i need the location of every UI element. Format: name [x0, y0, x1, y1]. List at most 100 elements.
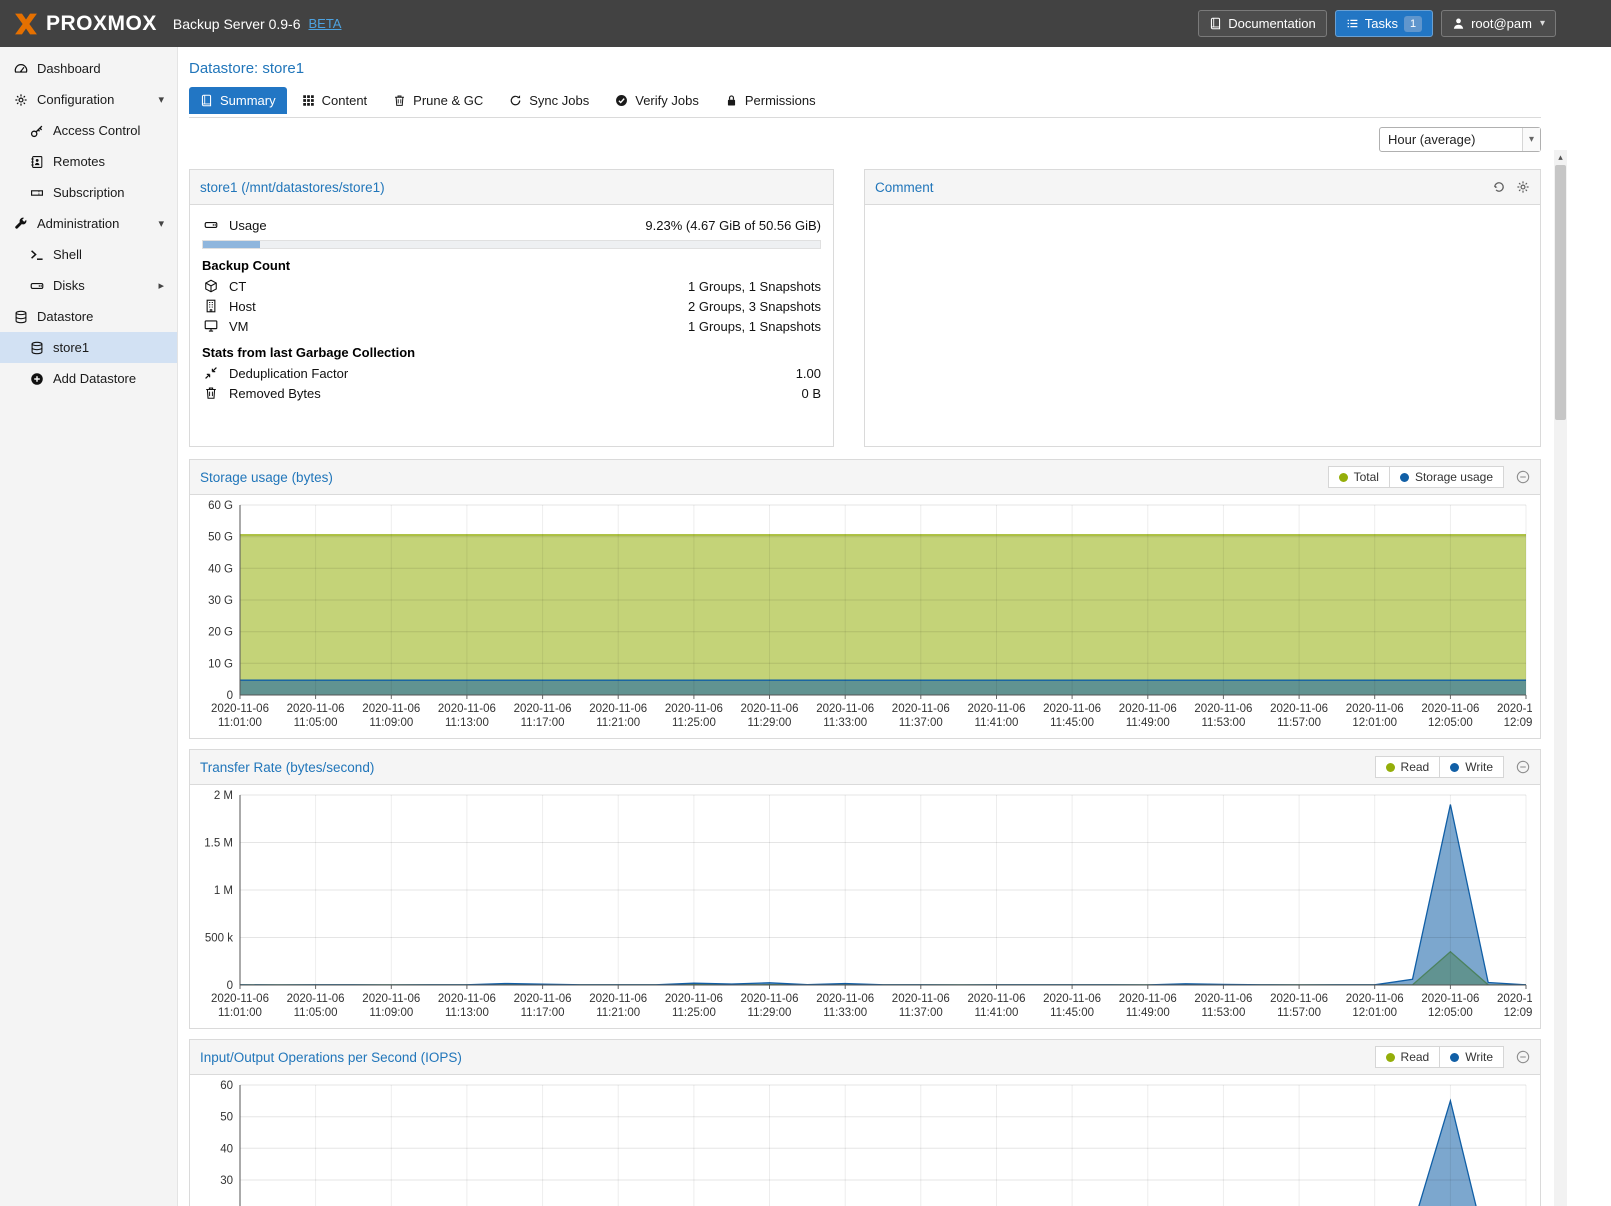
svg-text:30 G: 30 G: [208, 595, 233, 607]
svg-text:11:57:00: 11:57:00: [1277, 1007, 1321, 1019]
stat-value: 2 Groups, 3 Snapshots: [688, 299, 821, 314]
svg-text:2020-11-06: 2020-11-06: [741, 703, 799, 715]
sidebar-item-access-control[interactable]: Access Control: [0, 115, 177, 146]
svg-text:500 k: 500 k: [205, 933, 233, 945]
tasks-label: Tasks: [1365, 16, 1398, 31]
key-icon: [28, 124, 45, 138]
database-icon: [12, 310, 29, 324]
svg-text:2020-11-06: 2020-11-06: [741, 993, 799, 1005]
svg-text:2020-11-06: 2020-11-06: [1043, 703, 1101, 715]
comment-panel-tools: [1492, 180, 1530, 194]
svg-text:40: 40: [220, 1143, 233, 1155]
svg-text:11:25:00: 11:25:00: [672, 717, 716, 729]
svg-text:60: 60: [220, 1080, 233, 1092]
chart-plot-area: 010 G20 G30 G40 G50 G60 G2020-11-0611:01…: [190, 495, 1540, 738]
svg-text:11:21:00: 11:21:00: [596, 717, 640, 729]
chevron-down-icon[interactable]: ▾: [158, 93, 164, 106]
tasks-button[interactable]: Tasks 1: [1335, 10, 1433, 37]
tab-verify-jobs[interactable]: Verify Jobs: [604, 87, 710, 114]
scroll-up-arrow[interactable]: ▴: [1554, 150, 1567, 164]
svg-text:11:57:00: 11:57:00: [1277, 717, 1321, 729]
tab-content[interactable]: Content: [291, 87, 379, 114]
tab-sync-jobs[interactable]: Sync Jobs: [498, 87, 600, 114]
comment-content[interactable]: [865, 205, 1540, 225]
tab-summary[interactable]: Summary: [189, 87, 287, 114]
svg-text:11:33:00: 11:33:00: [823, 717, 867, 729]
chart-svg: 010 G20 G30 G40 G50 G60 G2020-11-0611:01…: [194, 497, 1532, 733]
tab-permissions[interactable]: Permissions: [714, 87, 827, 114]
collapse-icon[interactable]: [1516, 1050, 1530, 1064]
vertical-scrollbar[interactable]: ▴: [1554, 150, 1567, 1206]
page-title: Datastore: store1: [189, 47, 1541, 77]
legend-item-read[interactable]: Read: [1376, 757, 1440, 777]
chevron-down-icon[interactable]: ▾: [158, 217, 164, 230]
sidebar-item-shell[interactable]: Shell: [0, 239, 177, 270]
svg-text:2020-11-06: 2020-11-06: [968, 703, 1026, 715]
datastore-panel-title: store1 (/mnt/datastores/store1): [200, 180, 385, 195]
svg-text:11:29:00: 11:29:00: [748, 1007, 792, 1019]
comment-panel-header: Comment: [865, 170, 1540, 205]
legend-dot-icon: [1339, 473, 1348, 482]
sidebar-item-remotes[interactable]: Remotes: [0, 146, 177, 177]
chart-panel-header: Transfer Rate (bytes/second)ReadWrite: [190, 750, 1540, 785]
svg-text:11:01:00: 11:01:00: [218, 1007, 262, 1019]
svg-text:11:25:00: 11:25:00: [672, 1007, 716, 1019]
svg-text:50: 50: [220, 1112, 233, 1124]
user-menu-button[interactable]: root@pam ▾: [1441, 10, 1556, 37]
sidebar-item-add-datastore[interactable]: Add Datastore: [0, 363, 177, 394]
sidebar-item-dashboard[interactable]: Dashboard: [0, 53, 177, 84]
legend-item-storage-usage[interactable]: Storage usage: [1389, 467, 1503, 487]
svg-text:12:09:00: 12:09:00: [1504, 1007, 1532, 1019]
sidebar-item-datastore[interactable]: Datastore: [0, 301, 177, 332]
svg-text:2020-11-06: 2020-11-06: [665, 703, 723, 715]
chart-panel-input-output-operations-per-second-iops: Input/Output Operations per Second (IOPS…: [189, 1039, 1541, 1206]
hdd-icon: [28, 279, 45, 293]
tab-prune-gc[interactable]: Prune & GC: [382, 87, 494, 114]
collapse-icon[interactable]: [1516, 760, 1530, 774]
usage-progress-fill: [203, 241, 260, 248]
legend-item-write[interactable]: Write: [1439, 757, 1503, 777]
sidebar-item-subscription[interactable]: Subscription: [0, 177, 177, 208]
legend-item-write[interactable]: Write: [1439, 1047, 1503, 1067]
scrollbar-thumb[interactable]: [1555, 165, 1566, 420]
section-title-backup-count: Backup Count: [202, 258, 821, 273]
svg-text:2020-11-06: 2020-11-06: [816, 993, 874, 1005]
chart-toolbar: Hour (average) ▾: [189, 125, 1541, 153]
svg-text:2020-11-06: 2020-11-06: [1194, 993, 1252, 1005]
lock-icon: [725, 94, 738, 107]
svg-text:2020-11-06: 2020-11-06: [211, 703, 269, 715]
datastore-summary-panel: store1 (/mnt/datastores/store1) Usage9.2…: [189, 169, 834, 447]
sidebar-item-label: store1: [53, 340, 89, 355]
chevron-down-icon: ▾: [1522, 128, 1540, 151]
gear-icon[interactable]: [1516, 180, 1530, 194]
svg-text:11:05:00: 11:05:00: [294, 717, 338, 729]
svg-text:2020-11-06: 2020-11-06: [514, 703, 572, 715]
comment-panel: Comment: [864, 169, 1541, 447]
plus-circle-icon: [28, 372, 45, 386]
desktop-icon: [202, 319, 219, 333]
chart-legend: TotalStorage usage: [1328, 466, 1504, 488]
beta-link[interactable]: BETA: [308, 16, 341, 31]
svg-text:11:17:00: 11:17:00: [521, 717, 565, 729]
documentation-button[interactable]: Documentation: [1198, 10, 1326, 37]
time-range-value: Hour (average): [1388, 132, 1475, 147]
svg-text:2020-11-06: 2020-11-06: [589, 703, 647, 715]
legend-item-read[interactable]: Read: [1376, 1047, 1440, 1067]
svg-text:11:53:00: 11:53:00: [1201, 1007, 1245, 1019]
collapse-icon[interactable]: [1516, 470, 1530, 484]
svg-text:50 G: 50 G: [208, 532, 233, 544]
time-range-select[interactable]: Hour (average) ▾: [1379, 127, 1541, 152]
caret-down-icon: ▾: [1540, 18, 1545, 29]
compress-icon: [202, 366, 219, 380]
legend-item-total[interactable]: Total: [1329, 467, 1389, 487]
ticket-icon: [28, 186, 45, 200]
sidebar-item-store1[interactable]: store1: [0, 332, 177, 363]
sidebar-item-configuration[interactable]: Configuration▾: [0, 84, 177, 115]
sidebar-item-administration[interactable]: Administration▾: [0, 208, 177, 239]
reload-icon[interactable]: [1492, 180, 1506, 194]
chevron-right-icon[interactable]: ▸: [158, 279, 164, 292]
svg-text:2020-11-06: 2020-11-06: [1497, 993, 1532, 1005]
legend-dot-icon: [1400, 473, 1409, 482]
sidebar-item-disks[interactable]: Disks▸: [0, 270, 177, 301]
svg-text:2020-11-06: 2020-11-06: [1346, 703, 1404, 715]
